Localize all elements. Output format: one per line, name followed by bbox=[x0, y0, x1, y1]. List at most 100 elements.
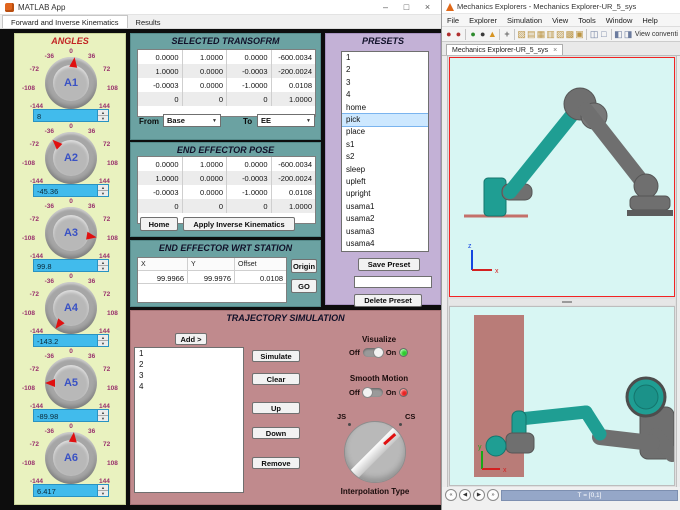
matrix-cell[interactable]: 1.0000 bbox=[272, 92, 316, 106]
origin-button[interactable]: Origin bbox=[291, 259, 317, 273]
list-item[interactable]: 1 bbox=[342, 52, 428, 64]
matrix-cell[interactable]: -0.0003 bbox=[138, 78, 183, 92]
matrix-cell[interactable]: -600.0034 bbox=[272, 157, 316, 171]
left-splitter[interactable] bbox=[442, 56, 448, 487]
home-button[interactable]: Home bbox=[140, 217, 178, 231]
prev-viewpoint-icon[interactable]: ◧ bbox=[614, 28, 624, 41]
list-item[interactable]: 3 bbox=[342, 77, 428, 89]
menu-explorer[interactable]: Explorer bbox=[464, 16, 502, 25]
menu-simulation[interactable]: Simulation bbox=[502, 16, 547, 25]
to-dropdown[interactable]: EE ▼ bbox=[257, 114, 315, 127]
a6-spinner[interactable]: ▲ ▼ bbox=[97, 485, 108, 496]
video-export-icon[interactable]: ● bbox=[468, 28, 478, 41]
matrix-cell[interactable]: 1.0000 bbox=[138, 64, 183, 78]
matrix-cell[interactable]: 1.0000 bbox=[183, 50, 227, 64]
matrix-cell[interactable]: 0.0000 bbox=[227, 157, 272, 171]
a2-spinner[interactable]: ▲ ▼ bbox=[97, 185, 108, 196]
a5-spinner[interactable]: ▲ ▼ bbox=[97, 410, 108, 421]
apply-inverse-kinematics-button[interactable]: Apply Inverse Kinematics bbox=[183, 217, 295, 231]
menu-tools[interactable]: Tools bbox=[573, 16, 601, 25]
remove-button[interactable]: Remove bbox=[252, 457, 300, 469]
matrix-cell[interactable]: 0 bbox=[138, 92, 183, 106]
selected-transform-matrix[interactable]: 0.0000 1.0000 0.0000 -600.0034 1.0000 0.0000… bbox=[137, 49, 316, 117]
right-splitter[interactable] bbox=[676, 56, 680, 487]
matrix-cell[interactable]: 0.0108 bbox=[272, 78, 316, 92]
matrix-cell[interactable]: 0 bbox=[183, 92, 227, 106]
matrix-cell[interactable]: -200.0024 bbox=[272, 171, 316, 185]
view-convention-label[interactable]: View conventi bbox=[635, 31, 678, 38]
menu-window[interactable]: Window bbox=[601, 16, 638, 25]
matrix-cell[interactable]: 0.0000 bbox=[138, 50, 183, 64]
matrix-cell[interactable]: 1.0000 bbox=[272, 199, 316, 213]
list-item-selected[interactable]: pick bbox=[342, 112, 428, 128]
list-item[interactable]: s1 bbox=[342, 139, 428, 151]
matrix-cell[interactable]: -1.0000 bbox=[227, 185, 272, 199]
matlab-title-bar[interactable]: MATLAB App – □ × bbox=[0, 0, 441, 15]
a1-value-field[interactable]: 8 ▲ ▼ bbox=[33, 109, 109, 122]
menu-help[interactable]: Help bbox=[637, 16, 662, 25]
minimize-button[interactable]: – bbox=[377, 0, 394, 14]
simulate-button[interactable]: Simulate bbox=[252, 350, 300, 362]
robot-3d-view-top[interactable]: z x bbox=[449, 57, 675, 297]
list-item[interactable]: usama4 bbox=[342, 238, 428, 250]
matrix-cell[interactable]: 0.0000 bbox=[183, 64, 227, 78]
list-item[interactable]: 1 bbox=[135, 348, 243, 359]
a3-value-field[interactable]: 99.8 ▲ ▼ bbox=[33, 259, 109, 272]
tab-results[interactable]: Results bbox=[128, 16, 169, 28]
list-item[interactable]: 2 bbox=[342, 64, 428, 76]
matrix-cell[interactable]: 0 bbox=[138, 199, 183, 213]
menu-view[interactable]: View bbox=[547, 16, 573, 25]
up-button[interactable]: Up bbox=[252, 402, 300, 414]
rewind-button[interactable]: « bbox=[445, 489, 457, 501]
list-item[interactable]: usama3 bbox=[342, 226, 428, 238]
matrix-cell[interactable]: 0.0000 bbox=[183, 171, 227, 185]
time-slider[interactable]: T = [0,1] bbox=[501, 489, 678, 501]
save-preset-button[interactable]: Save Preset bbox=[358, 258, 420, 271]
next-viewpoint-icon[interactable]: ◨ bbox=[623, 28, 633, 41]
list-item[interactable]: sleep bbox=[342, 164, 428, 176]
sphere-icon[interactable]: ● bbox=[478, 28, 488, 41]
matrix-cell[interactable]: 0 bbox=[227, 92, 272, 106]
end-effector-pose-matrix[interactable]: 0.0000 1.0000 0.0000 -600.0034 1.0000 0.0000… bbox=[137, 156, 316, 224]
list-item[interactable]: upright bbox=[342, 188, 428, 200]
trajectory-list[interactable]: 1 2 3 4 bbox=[134, 347, 244, 493]
tab-mechanics-explorer[interactable]: Mechanics Explorer-UR_5_sys × bbox=[446, 44, 564, 55]
matrix-cell[interactable]: 0 bbox=[227, 199, 272, 213]
matrix-cell[interactable]: -0.0003 bbox=[138, 185, 183, 199]
x-value[interactable]: 99.9966 bbox=[138, 271, 188, 283]
front-view-icon[interactable]: ▤ bbox=[526, 28, 536, 41]
fit-to-view-icon[interactable]: + bbox=[502, 28, 512, 41]
split-view-icon[interactable]: ◫ bbox=[589, 28, 599, 41]
mechanics-title-bar[interactable]: Mechanics Explorers - Mechanics Explorer… bbox=[442, 0, 680, 14]
tab-close-icon[interactable]: × bbox=[553, 47, 557, 54]
back-view-icon[interactable]: ▦ bbox=[536, 28, 546, 41]
close-button[interactable]: × bbox=[419, 0, 436, 14]
matrix-cell[interactable]: 0.0108 bbox=[272, 185, 316, 199]
matrix-cell[interactable]: 0.0000 bbox=[183, 185, 227, 199]
list-item[interactable]: upleft bbox=[342, 176, 428, 188]
from-dropdown[interactable]: Base ▼ bbox=[163, 114, 221, 127]
list-item[interactable]: usama1 bbox=[342, 201, 428, 213]
matrix-cell[interactable]: -1.0000 bbox=[227, 78, 272, 92]
cone-icon[interactable]: ▲ bbox=[488, 28, 498, 41]
list-item[interactable]: 4 bbox=[342, 89, 428, 101]
list-item[interactable]: place bbox=[342, 126, 428, 138]
a3-spinner[interactable]: ▲ ▼ bbox=[97, 260, 108, 271]
clear-button[interactable]: Clear bbox=[252, 373, 300, 385]
matrix-cell[interactable]: 0.0000 bbox=[227, 50, 272, 64]
matrix-cell[interactable]: 0.0000 bbox=[138, 157, 183, 171]
list-item[interactable]: 2 bbox=[135, 359, 243, 370]
tab-forward-inverse-kinematics[interactable]: Forward and Inverse Kinematics bbox=[2, 15, 128, 28]
list-item[interactable]: s2 bbox=[342, 151, 428, 163]
left-view-icon[interactable]: ▩ bbox=[565, 28, 575, 41]
right-view-icon[interactable]: ▣ bbox=[575, 28, 585, 41]
single-view-icon[interactable]: □ bbox=[599, 28, 609, 41]
camera-red-icon[interactable]: ● bbox=[444, 28, 454, 41]
a6-value-field[interactable]: 6.417 ▲ ▼ bbox=[33, 484, 109, 497]
list-item[interactable]: usama2 bbox=[342, 213, 428, 225]
iso-view-icon[interactable]: ▧ bbox=[517, 28, 527, 41]
bottom-view-icon[interactable]: ▨ bbox=[555, 28, 565, 41]
a4-spinner[interactable]: ▲ ▼ bbox=[97, 335, 108, 346]
smooth-motion-toggle[interactable] bbox=[361, 387, 383, 398]
list-item[interactable]: 3 bbox=[135, 370, 243, 381]
